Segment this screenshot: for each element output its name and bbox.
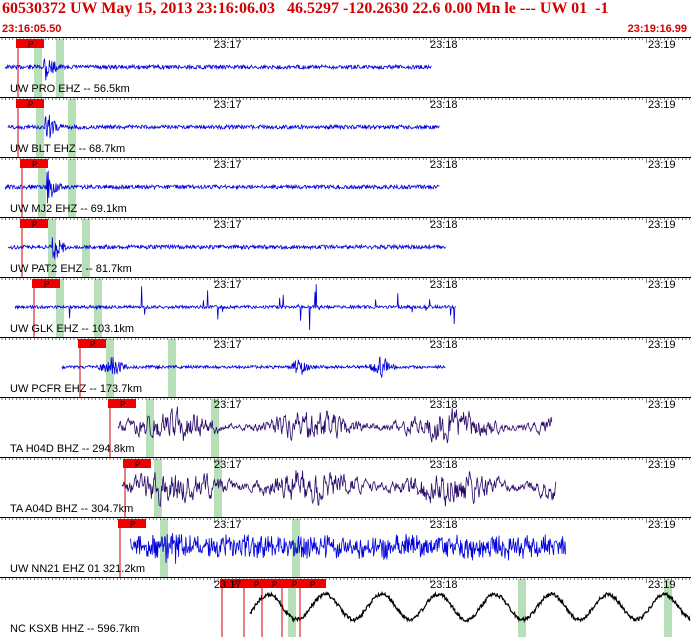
time-tick-label: 23:19 xyxy=(648,579,676,591)
trace-panel: P 23:17 23:18 23:19 TA H04D BHZ -- 294.8km xyxy=(0,397,691,457)
station-label: UW BLT EHZ -- 68.7km xyxy=(10,143,126,155)
trace-panel: P 23:17 23:18 23:19 UW MJ2 EHZ -- 69.1km xyxy=(0,157,691,217)
time-tick-label: 23:18 xyxy=(430,399,458,411)
trace-panel: P 23:17 23:18 23:19 UW NN21 EHZ 01 321.2km xyxy=(0,517,691,577)
pick-label: P xyxy=(135,460,140,469)
time-tick-label: 23:17 xyxy=(214,459,242,471)
time-tick-label: 23:17 xyxy=(214,579,242,591)
time-tick-label: 23:17 xyxy=(214,159,242,171)
time-tick-label: 23:19 xyxy=(648,519,676,531)
time-tick-label: 23:19 xyxy=(648,279,676,291)
station-label: UW NN21 EHZ 01 321.2km xyxy=(10,563,146,575)
pick-label: P xyxy=(28,100,33,109)
time-tick-label: 23:19 xyxy=(648,219,676,231)
station-label: UW PRO EHZ -- 56.5km xyxy=(10,83,130,95)
time-tick-label: 23:18 xyxy=(430,579,458,591)
time-tick-label: 23:17 xyxy=(214,339,242,351)
time-tick-label: 23:17 xyxy=(214,519,242,531)
pick-label: P xyxy=(28,40,33,49)
time-tick-label: 23:19 xyxy=(648,159,676,171)
time-tick-label: 23:19 xyxy=(648,459,676,471)
waveform xyxy=(249,590,691,624)
trace-panel: P 23:17 23:18 23:19 UW PRO EHZ -- 56.5km xyxy=(0,37,691,97)
station-label: NC KSXB HHZ -- 596.7km xyxy=(10,623,140,635)
pick-label: P xyxy=(32,220,37,229)
phase-marker-band xyxy=(518,579,526,637)
waveform xyxy=(117,406,553,444)
time-tick-label: 23:18 xyxy=(430,279,458,291)
pick-label: P xyxy=(120,400,125,409)
pick-label: P xyxy=(90,340,95,349)
pick-label: P xyxy=(272,580,277,589)
end-time: 23:19:16.99 xyxy=(627,23,687,35)
trace-panel: P 23:17 23:18 23:19 UW PCFR EHZ -- 173.7km xyxy=(0,337,691,397)
time-tick-label: 23:17 xyxy=(214,39,242,51)
time-tick-label: 23:17 xyxy=(214,279,242,291)
waveform xyxy=(121,470,557,508)
time-tick-label: 23:18 xyxy=(430,339,458,351)
time-tick-label: 23:18 xyxy=(430,459,458,471)
time-tick-label: 23:19 xyxy=(648,339,676,351)
trace-panel: P 23:17 23:18 23:19 UW BLT EHZ -- 68.7km xyxy=(0,97,691,157)
pick-label: P xyxy=(254,580,259,589)
time-tick-label: 23:18 xyxy=(430,219,458,231)
pick-label: P xyxy=(292,580,297,589)
trace-panel: P 23:17 23:18 23:19 UW PAT2 EHZ -- 81.7km xyxy=(0,217,691,277)
time-tick-label: 23:19 xyxy=(648,399,676,411)
time-tick-label: 23:18 xyxy=(430,99,458,111)
station-label: UW MJ2 EHZ -- 69.1km xyxy=(10,203,127,215)
time-tick-label: 23:19 xyxy=(648,39,676,51)
waveform xyxy=(61,356,446,378)
waveform xyxy=(129,532,566,564)
station-label: TA H04D BHZ -- 294.8km xyxy=(10,443,135,455)
pick-label: P xyxy=(310,580,315,589)
time-tick-label: 23:17 xyxy=(214,399,242,411)
waveform xyxy=(7,237,446,260)
waveform xyxy=(4,58,432,81)
pick-label: P xyxy=(32,160,37,169)
time-tick-label: 23:18 xyxy=(430,39,458,51)
pick-label: P xyxy=(130,520,135,529)
time-tick-label: 23:19 xyxy=(648,99,676,111)
station-label: UW PCFR EHZ -- 173.7km xyxy=(10,383,143,395)
seismogram-panels: P 23:17 23:18 23:19 UW PRO EHZ -- 56.5km P 23:… xyxy=(0,37,691,638)
event-title: 60530372 UW May 15, 2013 23:16:06.03 46.… xyxy=(2,0,609,17)
station-label: UW GLK EHZ -- 103.1km xyxy=(10,323,135,335)
trace-panel: P 23:17 23:18 23:19 UW GLK EHZ -- 103.1km xyxy=(0,277,691,337)
time-tick-label: 23:18 xyxy=(430,519,458,531)
time-tick-label: 23:18 xyxy=(430,159,458,171)
station-label: UW PAT2 EHZ -- 81.7km xyxy=(10,263,132,275)
trace-panel: P P P P P 23:17 23:18 23:19 NC KSXB HHZ -- 596.7… xyxy=(0,577,691,637)
pick-label: P xyxy=(44,280,49,289)
time-tick-label: 23:17 xyxy=(214,219,242,231)
header: 60530372 UW May 15, 2013 23:16:06.03 46.… xyxy=(0,0,691,20)
time-tick-label: 23:17 xyxy=(214,99,242,111)
trace-panel: P 23:17 23:18 23:19 TA A04D BHZ -- 304.7km xyxy=(0,457,691,517)
station-label: TA A04D BHZ -- 304.7km xyxy=(10,503,134,515)
start-time: 23:16:05.50 xyxy=(2,23,62,35)
